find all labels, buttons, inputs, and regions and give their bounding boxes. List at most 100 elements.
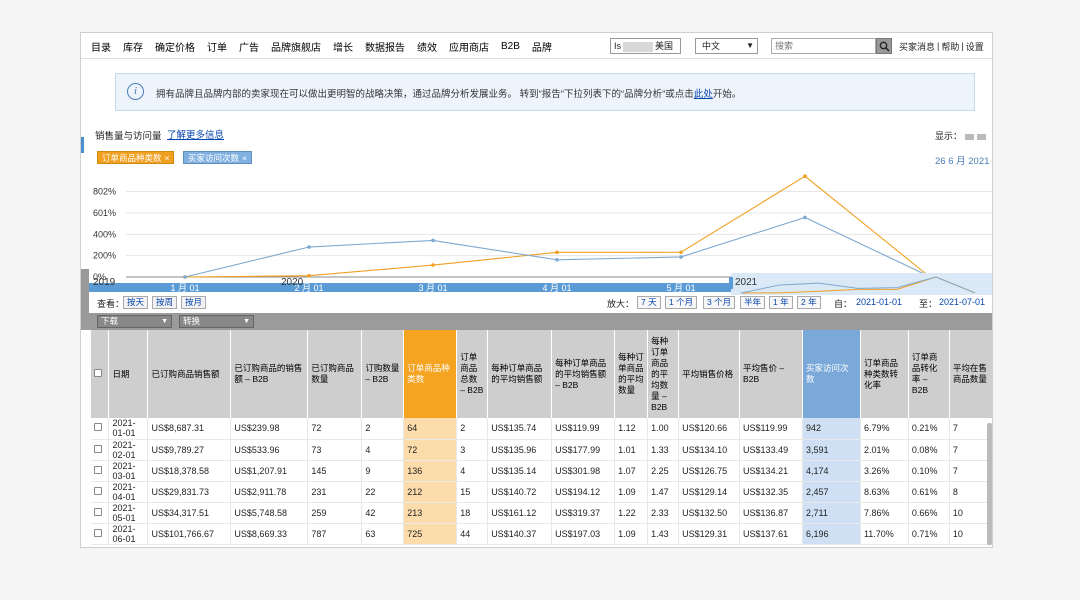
zoom-7d[interactable]: 7 天 <box>637 296 661 309</box>
row-checkbox[interactable] <box>91 439 110 461</box>
table-cell: 4,174 <box>802 460 861 482</box>
table-scrollbar[interactable] <box>987 423 992 545</box>
settings-link[interactable]: 设置 <box>966 40 984 53</box>
close-icon[interactable]: × <box>242 153 247 163</box>
table-cell: 212 <box>403 481 458 503</box>
store-selector[interactable]: Is 美国 <box>610 38 681 54</box>
col-header-sessions-highlighted[interactable]: 买家访问次数 <box>802 330 861 418</box>
search-input[interactable] <box>771 38 876 54</box>
col-header[interactable]: 每种订单商品的平均数量 – B2B <box>647 330 680 418</box>
help-link[interactable]: 帮助 <box>941 40 959 53</box>
row-checkbox[interactable] <box>91 418 110 440</box>
section-title: 销售量与访问量 <box>95 131 162 142</box>
zoom-6m[interactable]: 半年 <box>740 296 766 309</box>
from-date-input[interactable]: 2021-01-01 <box>856 297 902 307</box>
table-cell: 0.66% <box>908 502 950 524</box>
row-checkbox[interactable] <box>91 481 110 503</box>
view-controls: 查看： 按天 按周 按月 放大： 7 天 1 个月 3 个月 半年 1 年 2 … <box>81 295 992 311</box>
row-checkbox[interactable] <box>91 502 110 524</box>
table-cell: US$140.37 <box>487 523 553 545</box>
table-cell: US$134.10 <box>678 439 741 461</box>
table-cell: US$5,748.58 <box>230 502 309 524</box>
table-cell: US$18,378.58 <box>147 460 232 482</box>
nav-advertising[interactable]: 广告 <box>239 39 259 54</box>
col-header[interactable]: 平均销售价格 <box>678 330 741 418</box>
col-header[interactable]: 已订购商品数量 <box>307 330 363 418</box>
zoom-1y[interactable]: 1 年 <box>769 296 793 309</box>
table-row[interactable]: 2021-01-01 US$8,687.31 US$239.98 72 2 64 2 US$1… <box>91 418 992 440</box>
nav-reports[interactable]: 数据报告 <box>365 39 405 54</box>
select-all-checkbox[interactable] <box>91 330 110 418</box>
nav-brands[interactable]: 品牌 <box>532 39 552 54</box>
view-by-month[interactable]: 按月 <box>181 296 207 309</box>
col-header-units-highlighted[interactable]: 订单商品种类数 <box>403 330 458 418</box>
table-cell: US$137.61 <box>739 523 804 545</box>
view-by-week[interactable]: 按周 <box>152 296 178 309</box>
col-header[interactable]: 平均售价 – B2B <box>739 330 804 418</box>
table-row[interactable]: 2021-05-01 US$34,317.51 US$5,748.58 259 42 21… <box>91 502 992 524</box>
col-header[interactable]: 已订购商品销售额 <box>147 330 232 418</box>
table-cell: US$132.50 <box>678 502 741 524</box>
table-cell: 4 <box>361 439 405 461</box>
learn-more-link[interactable]: 了解更多信息 <box>167 127 224 141</box>
zoom-2y[interactable]: 2 年 <box>797 296 821 309</box>
nav-performance[interactable]: 绩效 <box>417 39 437 54</box>
col-header[interactable]: 订单商品转化率 – B2B <box>908 330 950 418</box>
from-label: 自： <box>834 299 853 309</box>
y-tick-label: 400% <box>93 229 116 239</box>
navigator-year: 2019 <box>93 277 116 288</box>
col-header[interactable]: 订单商品总数 – B2B <box>456 330 489 418</box>
zoom-3m[interactable]: 3 个月 <box>703 296 736 309</box>
table-cell: US$8,669.33 <box>230 523 309 545</box>
language-value: 中文 <box>702 41 721 51</box>
table-cell: 72 <box>307 418 363 440</box>
nav-inventory[interactable]: 库存 <box>123 39 143 54</box>
table-row[interactable]: 2021-03-01 US$18,378.58 US$1,207.91 145 9 136… <box>91 460 992 482</box>
language-select[interactable]: 中文 ▼ <box>695 38 758 54</box>
col-header[interactable]: 每种订单商品的平均销售额 – B2B <box>551 330 616 418</box>
col-header[interactable]: 订单商品种类数转化率 <box>860 330 909 418</box>
nav-appstore[interactable]: 应用商店 <box>449 39 489 54</box>
buyer-messages-link[interactable]: 买家消息 <box>899 40 935 53</box>
table-cell: US$129.31 <box>678 523 741 545</box>
search-button[interactable] <box>876 38 892 54</box>
nav-growth[interactable]: 增长 <box>333 39 353 54</box>
series-point-1 <box>679 255 683 259</box>
nav-orders[interactable]: 订单 <box>207 39 227 54</box>
col-header[interactable]: 日期 <box>108 330 149 418</box>
col-header[interactable]: 每种订单商品的平均销售额 <box>487 330 553 418</box>
navigator-year: 2020 <box>281 277 304 288</box>
table-view-icon[interactable] <box>965 133 975 140</box>
table-cell: US$2,911.78 <box>230 481 309 503</box>
close-icon[interactable]: × <box>165 153 170 163</box>
convert-select[interactable]: 转换 ▼ <box>179 315 254 328</box>
view-label: 查看： <box>97 299 125 309</box>
col-header[interactable]: 已订购商品的销售额 – B2B <box>230 330 309 418</box>
chart-view-icon[interactable] <box>977 133 987 140</box>
series-line-1 <box>184 216 930 278</box>
col-header[interactable]: 平均在售商品数量 <box>949 330 992 418</box>
col-header[interactable]: 订购数量 – B2B <box>361 330 405 418</box>
table-row[interactable]: 2021-02-01 US$9,789.27 US$533.96 73 4 72 3 US$1… <box>91 439 992 461</box>
table-cell: 0.71% <box>908 523 950 545</box>
timeline-navigator[interactable]: 2019 2020 2021 <box>81 273 993 295</box>
zoom-1m[interactable]: 1 个月 <box>665 296 698 309</box>
table-row[interactable]: 2021-04-01 US$29,831.73 US$2,911.78 231 22 21… <box>91 481 992 503</box>
data-table: 日期 已订购商品销售额 已订购商品的销售额 – B2B 已订购商品数量 订购数量… <box>91 330 992 545</box>
to-date-input[interactable]: 2021-07-01 <box>939 297 985 307</box>
row-checkbox[interactable] <box>91 460 110 482</box>
table-cell: 42 <box>361 502 405 524</box>
brand-analytics-link[interactable]: 此处 <box>694 89 713 100</box>
nav-catalog[interactable]: 目录 <box>91 39 111 54</box>
table-cell: 15 <box>456 481 489 503</box>
view-by-day[interactable]: 按天 <box>123 296 149 309</box>
row-checkbox[interactable] <box>91 523 110 545</box>
table-row[interactable]: 2021-06-01 US$101,766.67 US$8,669.33 787 63 7… <box>91 523 992 545</box>
table-cell: US$9,789.27 <box>147 439 232 461</box>
nav-b2b[interactable]: B2B <box>501 41 520 52</box>
col-header[interactable]: 每种订单商品的平均数量 <box>614 330 649 418</box>
download-select[interactable]: 下载 ▼ <box>97 315 172 328</box>
nav-pricing[interactable]: 确定价格 <box>155 39 195 54</box>
table-cell: 1.47 <box>647 481 680 503</box>
nav-stores[interactable]: 品牌旗舰店 <box>271 39 321 54</box>
